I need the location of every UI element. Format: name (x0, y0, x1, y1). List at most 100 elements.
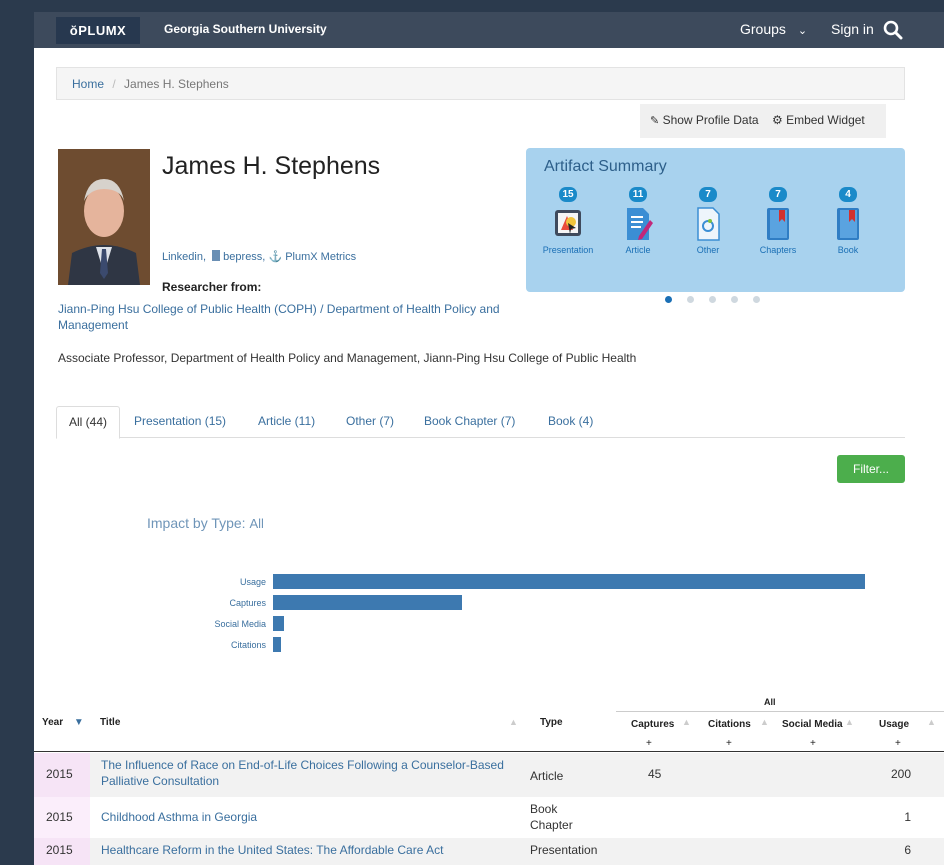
tab-book[interactable]: Book (4) (536, 406, 605, 439)
expand-citations-icon[interactable]: + (726, 738, 732, 749)
groups-menu[interactable]: Groups ⌄ (740, 21, 807, 37)
expand-social-icon[interactable]: + (810, 738, 816, 749)
row-usage: 200 (890, 767, 911, 781)
artifact-label: Presentation (542, 245, 594, 255)
row-title-link[interactable]: The Influence of Race on End-of-Life Cho… (101, 757, 511, 789)
bar-social-media[interactable] (273, 616, 284, 631)
bar-label-captures[interactable]: Captures (36, 598, 266, 608)
artifact-summary: Artifact Summary 15 Presentation 11 Arti… (526, 148, 905, 292)
table-row[interactable]: 2015 Healthcare Reform in the United Sta… (34, 838, 944, 865)
artifact-item-presentation[interactable]: 15 Presentation (538, 186, 598, 255)
linkedin-link[interactable]: Linkedin, (162, 251, 206, 263)
row-usage: 6 (904, 843, 911, 857)
bar-label-citations[interactable]: Citations (36, 640, 266, 650)
expand-usage-icon[interactable]: + (895, 738, 901, 749)
bepress-icon (212, 250, 221, 261)
row-year: 2015 (46, 843, 73, 857)
plumx-metrics-link[interactable]: PlumX Metrics (285, 251, 356, 263)
tab-other[interactable]: Other (7) (334, 406, 406, 439)
artifact-summary-title: Artifact Summary (544, 158, 667, 175)
show-profile-data-button[interactable]: ✎ Show Profile Data (650, 113, 762, 127)
groups-label: Groups (740, 21, 786, 37)
row-type: Article (530, 769, 564, 783)
artifact-label: Book (837, 245, 859, 255)
artifact-label: Article (625, 245, 651, 255)
row-usage: 1 (904, 810, 911, 824)
row-title-link[interactable]: Childhood Asthma in Georgia (101, 810, 257, 824)
bar-label-usage[interactable]: Usage (36, 577, 266, 587)
profile-name: James H. Stephens (162, 152, 381, 180)
sign-in-link[interactable]: Sign in (831, 21, 874, 37)
column-year[interactable]: Year ▼ (42, 717, 84, 728)
presentation-icon (555, 210, 581, 236)
plumx-logo[interactable]: ŏPLUMX (56, 17, 140, 44)
group-divider (616, 711, 944, 712)
institution-name[interactable]: Georgia Southern University (164, 22, 327, 36)
row-type: Book Chapter (530, 802, 573, 832)
breadcrumb-home[interactable]: Home (72, 77, 104, 91)
impact-title: Impact by Type: (147, 515, 246, 531)
embed-widget-label: Embed Widget (786, 113, 865, 127)
tab-presentation[interactable]: Presentation (15) (122, 406, 238, 439)
profile-role: Associate Professor, Department of Healt… (58, 351, 637, 365)
artifact-item-other[interactable]: 7 Other (678, 186, 738, 255)
column-captures[interactable]: Captures (631, 719, 674, 730)
header-spacer (34, 695, 944, 696)
table-header: All Year ▼ Title ▲ Type Captures + ▲ Cit… (34, 692, 944, 752)
carousel-dot[interactable] (731, 296, 738, 303)
table-row[interactable]: 2015 Childhood Asthma in Georgia Book Ch… (34, 797, 944, 838)
search-icon[interactable] (883, 20, 903, 40)
filter-button[interactable]: Filter... (837, 455, 905, 483)
header-divider (34, 751, 944, 752)
edit-icon: ✎ (650, 115, 660, 127)
row-type: Presentation (530, 843, 598, 857)
profile-links: Linkedin, bepress, ⚓ PlumX Metrics (162, 250, 356, 263)
table-row[interactable]: 2015 The Influence of Race on End-of-Lif… (34, 753, 944, 797)
bar-label-social-media[interactable]: Social Media (36, 619, 266, 629)
sort-desc-icon: ▼ (73, 717, 84, 728)
sort-icon: ▲ (927, 717, 936, 727)
carousel-dot[interactable] (753, 296, 760, 303)
profile-photo (58, 149, 150, 285)
artifact-count-badge: 15 (559, 187, 577, 202)
artifact-tabs: All (44) Presentation (15) Article (11) … (56, 406, 905, 439)
artifact-label: Chapters (759, 245, 797, 255)
page-frame: ŏPLUMX Georgia Southern University Group… (34, 12, 944, 865)
artifact-label: Other (696, 245, 720, 255)
bar-captures[interactable] (273, 595, 462, 610)
column-type[interactable]: Type (540, 717, 563, 728)
sort-icon: ▲ (682, 717, 691, 727)
artifact-item-chapters[interactable]: 7 Chapters (748, 186, 808, 255)
column-citations[interactable]: Citations (708, 719, 751, 730)
row-captures: 45 (648, 767, 662, 781)
column-usage[interactable]: Usage (879, 719, 909, 730)
carousel-dot[interactable] (687, 296, 694, 303)
show-profile-data-label: Show Profile Data (662, 113, 759, 127)
column-social-media[interactable]: Social Media (782, 719, 843, 730)
row-year: 2015 (46, 767, 73, 781)
bepress-link[interactable]: bepress, (223, 251, 265, 263)
sort-icon: ▲ (760, 717, 769, 727)
breadcrumb: Home / James H. Stephens (56, 67, 905, 100)
embed-widget-button[interactable]: ⚙ Embed Widget (772, 113, 865, 127)
impact-selected[interactable]: All (249, 516, 263, 531)
artifact-count-badge: 7 (699, 187, 717, 202)
row-title-link[interactable]: Healthcare Reform in the United States: … (101, 843, 443, 857)
chapters-icon (767, 208, 789, 240)
carousel-dot[interactable] (709, 296, 716, 303)
tab-all[interactable]: All (44) (56, 406, 121, 439)
researcher-from-link[interactable]: Jiann-Ping Hsu College of Public Health … (58, 301, 528, 333)
carousel-dot-active[interactable] (665, 296, 672, 303)
tab-article[interactable]: Article (11) (246, 406, 327, 439)
breadcrumb-current: James H. Stephens (124, 77, 229, 91)
artifact-item-article[interactable]: 11 Article (608, 186, 668, 255)
expand-captures-icon[interactable]: + (646, 738, 652, 749)
artifact-item-book[interactable]: 4 Book (818, 186, 878, 255)
top-navbar: ŏPLUMX Georgia Southern University Group… (34, 12, 944, 48)
tab-book-chapter[interactable]: Book Chapter (7) (412, 406, 527, 439)
profile-actions: ✎ Show Profile Data ⚙ Embed Widget (640, 104, 886, 138)
artifact-count-badge: 4 (839, 187, 857, 202)
bar-usage[interactable] (273, 574, 865, 589)
column-title[interactable]: Title (100, 717, 120, 728)
bar-citations[interactable] (273, 637, 281, 652)
